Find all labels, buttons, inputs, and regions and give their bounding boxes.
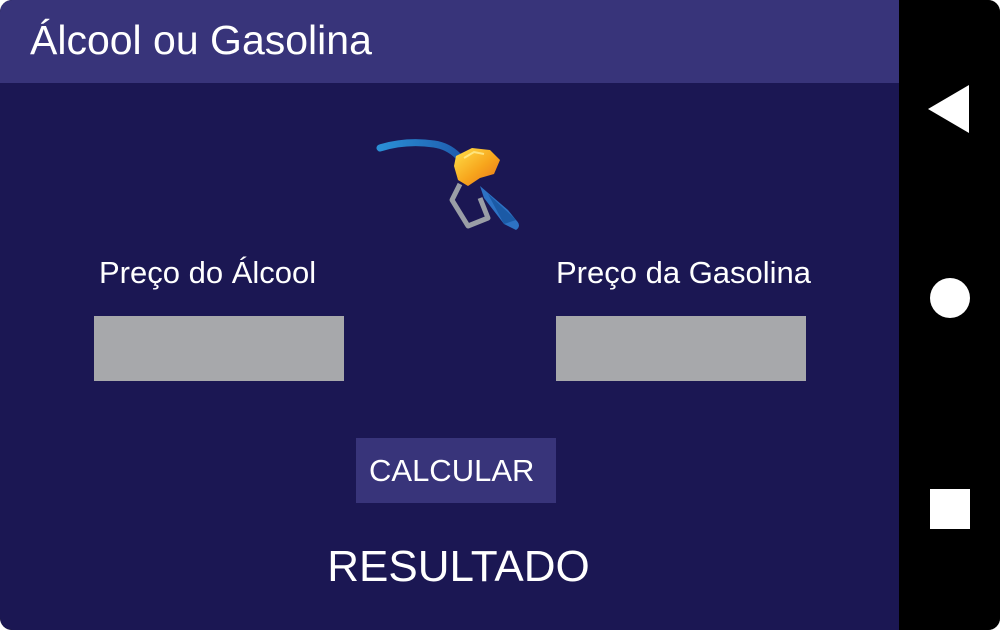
- back-triangle-icon[interactable]: [928, 85, 969, 133]
- android-nav-bar: [899, 0, 1000, 630]
- device-frame: Álcool ou Gasolina Preço do Álcool Preço…: [0, 0, 1000, 630]
- app-title: Álcool ou Gasolina: [30, 17, 372, 63]
- result-text: RESULTADO: [327, 542, 590, 591]
- gasolina-price-input[interactable]: [556, 316, 806, 381]
- alcool-price-input[interactable]: [94, 316, 344, 381]
- home-circle-icon[interactable]: [930, 278, 970, 318]
- gasolina-price-label: Preço da Gasolina: [556, 255, 812, 290]
- alcool-price-label: Preço do Álcool: [99, 255, 317, 290]
- recent-apps-square-icon[interactable]: [930, 489, 970, 529]
- app-bar: Álcool ou Gasolina: [0, 0, 899, 83]
- fuel-nozzle-icon: [376, 139, 519, 230]
- app-screen: Álcool ou Gasolina Preço do Álcool Preço…: [0, 0, 899, 630]
- calculate-button[interactable]: CALCULAR: [356, 438, 556, 503]
